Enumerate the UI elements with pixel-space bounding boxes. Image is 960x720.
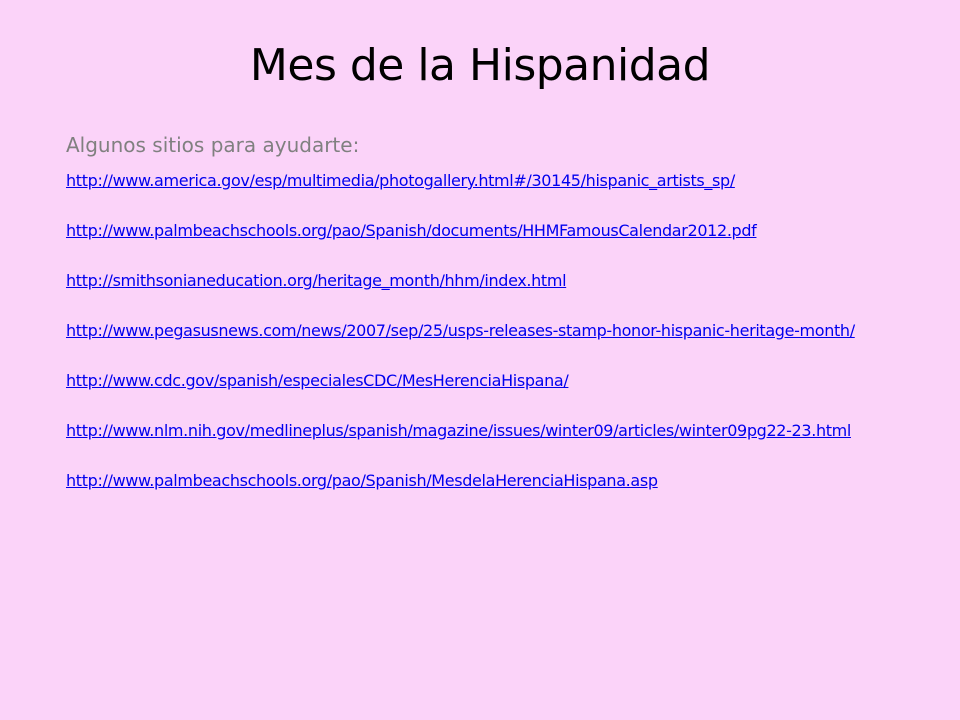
slide-subtitle: Algunos sitios para ayudarte: — [66, 133, 360, 157]
list-item: http://smithsonianeducation.org/heritage… — [66, 271, 916, 290]
link-list: http://www.america.gov/esp/multimedia/ph… — [66, 171, 916, 490]
link-smithsonian[interactable]: http://smithsonianeducation.org/heritage… — [66, 271, 916, 290]
link-palmbeach-herencia[interactable]: http://www.palmbeachschools.org/pao/Span… — [66, 471, 916, 490]
slide-title: Mes de la Hispanidad — [249, 40, 711, 91]
list-item: http://www.pegasusnews.com/news/2007/sep… — [66, 321, 916, 340]
slide: Mes de la Hispanidad Algunos sitios para… — [0, 0, 960, 720]
link-cdc[interactable]: http://www.cdc.gov/spanish/especialesCDC… — [66, 371, 916, 390]
list-item: http://www.america.gov/esp/multimedia/ph… — [66, 171, 916, 190]
link-america-gov[interactable]: http://www.america.gov/esp/multimedia/ph… — [66, 171, 916, 190]
list-item: http://www.nlm.nih.gov/medlineplus/spani… — [66, 421, 916, 440]
link-pegasusnews[interactable]: http://www.pegasusnews.com/news/2007/sep… — [66, 321, 916, 340]
list-item: http://www.palmbeachschools.org/pao/Span… — [66, 221, 916, 240]
link-nlm-medlineplus[interactable]: http://www.nlm.nih.gov/medlineplus/spani… — [66, 421, 916, 440]
list-item: http://www.palmbeachschools.org/pao/Span… — [66, 471, 916, 490]
list-item: http://www.cdc.gov/spanish/especialesCDC… — [66, 371, 916, 390]
slide-content: Algunos sitios para ayudarte: http://www… — [66, 133, 916, 521]
link-palmbeach-calendar[interactable]: http://www.palmbeachschools.org/pao/Span… — [66, 221, 916, 240]
